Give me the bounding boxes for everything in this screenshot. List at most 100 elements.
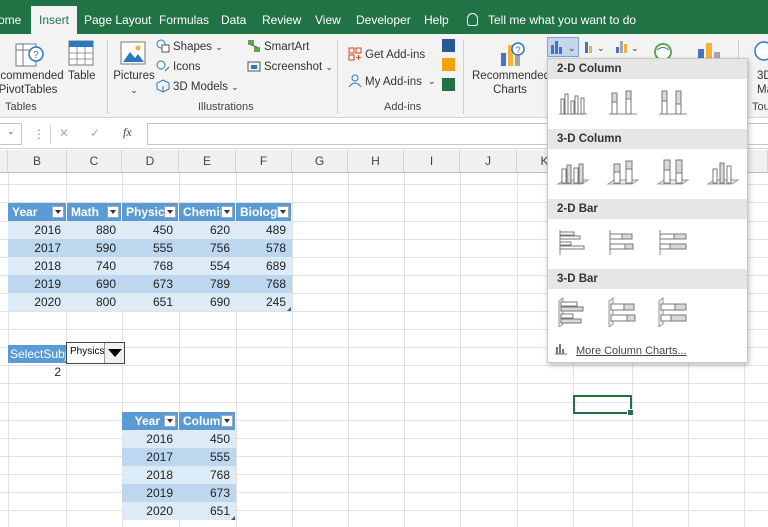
- table-cell[interactable]: 689: [236, 257, 292, 275]
- active-cell[interactable]: [573, 395, 634, 416]
- smartart-button[interactable]: SmartArt: [264, 40, 309, 54]
- table-cell[interactable]: 673: [122, 275, 179, 293]
- screenshot-button[interactable]: Screenshot ⌄: [264, 60, 333, 74]
- filter-dropdown-icon[interactable]: [277, 206, 289, 218]
- hierarchy-chart-icon[interactable]: ⌄: [614, 39, 642, 55]
- more-column-charts-link[interactable]: More Column Charts...: [554, 343, 687, 357]
- pictures-button[interactable]: Pictures ⌄: [112, 69, 156, 97]
- table1-header-physics[interactable]: Physic: [122, 203, 179, 221]
- stacked-column-icon[interactable]: [606, 87, 640, 117]
- column-header-d[interactable]: D: [122, 150, 179, 173]
- table-cell[interactable]: 740: [67, 257, 122, 275]
- table-cell[interactable]: 620: [179, 221, 236, 239]
- table-cell[interactable]: 2018: [122, 466, 179, 484]
- table2-header-column[interactable]: Colum: [179, 412, 236, 430]
- my-addins-button[interactable]: My Add-ins: [365, 75, 422, 89]
- filter-dropdown-icon[interactable]: [164, 415, 176, 427]
- insert-function-button[interactable]: fx: [123, 125, 132, 140]
- table-cell[interactable]: 555: [122, 239, 179, 257]
- tab-insert[interactable]: Insert: [31, 6, 78, 34]
- table-resize-handle[interactable]: [287, 307, 291, 311]
- column-header-f[interactable]: F: [236, 150, 292, 173]
- column-header-b[interactable]: B: [8, 150, 67, 173]
- table1-header-chemistry[interactable]: Chemis: [179, 203, 236, 221]
- confirm-entry-button[interactable]: ✓: [90, 126, 100, 140]
- table-cell[interactable]: 756: [179, 239, 236, 257]
- column-header-e[interactable]: E: [179, 150, 236, 173]
- tab-data[interactable]: Data: [221, 0, 246, 34]
- 100-stacked-bar-icon[interactable]: [656, 227, 690, 257]
- table-cell[interactable]: 555: [179, 448, 236, 466]
- table-cell[interactable]: 768: [236, 275, 292, 293]
- people-graph-icon[interactable]: [442, 78, 455, 91]
- visio-addin-icon[interactable]: [442, 39, 455, 52]
- filter-dropdown-icon[interactable]: [221, 206, 233, 218]
- table-cell[interactable]: 245: [236, 293, 292, 311]
- insert-column-chart-button[interactable]: ⌄: [547, 37, 579, 57]
- table-cell[interactable]: 489: [236, 221, 292, 239]
- tab-page-layout[interactable]: Page Layout: [84, 0, 151, 34]
- table-cell[interactable]: 554: [179, 257, 236, 275]
- table-cell[interactable]: 690: [67, 275, 122, 293]
- cancel-entry-button[interactable]: ✕: [59, 126, 69, 140]
- 3d-100-stacked-bar-icon[interactable]: [656, 297, 690, 327]
- get-addins-button[interactable]: Get Add-ins: [365, 48, 425, 62]
- table-cell[interactable]: 2016: [122, 430, 179, 448]
- table-cell[interactable]: 789: [179, 275, 236, 293]
- 3d-models-button[interactable]: 3D Models ⌄: [173, 80, 239, 94]
- recommended-pivottables-button[interactable]: ecommended PivotTables: [0, 69, 64, 97]
- table-cell[interactable]: 651: [122, 293, 179, 311]
- select-all-corner[interactable]: [0, 150, 8, 173]
- column-header-g[interactable]: G: [292, 150, 348, 173]
- table-cell[interactable]: 800: [67, 293, 122, 311]
- column-header-h[interactable]: H: [348, 150, 404, 173]
- table-cell[interactable]: 2020: [122, 502, 179, 520]
- 3d-column-icon[interactable]: [706, 157, 740, 187]
- table-cell[interactable]: 2018: [8, 257, 67, 275]
- column-header-c[interactable]: C: [67, 150, 122, 173]
- table-cell[interactable]: 768: [179, 466, 236, 484]
- 3d-stacked-column-icon[interactable]: [606, 157, 640, 187]
- 3d-map-button[interactable]: 3D Map: [757, 69, 768, 97]
- table-cell[interactable]: 673: [179, 484, 236, 502]
- table-cell[interactable]: 690: [179, 293, 236, 311]
- tab-help[interactable]: Help: [424, 0, 449, 34]
- chevron-down-icon[interactable]: ⌄: [428, 74, 436, 88]
- column-header-j[interactable]: J: [460, 150, 517, 173]
- 3d-stacked-bar-icon[interactable]: [606, 297, 640, 327]
- stacked-bar-icon[interactable]: [606, 227, 640, 257]
- table2-header-year[interactable]: Year: [122, 412, 179, 430]
- clustered-bar-icon[interactable]: [556, 227, 590, 257]
- table-cell[interactable]: 2019: [8, 275, 67, 293]
- filter-dropdown-icon[interactable]: [107, 206, 119, 218]
- combo-dropdown-button[interactable]: [104, 343, 124, 363]
- tab-view[interactable]: View: [315, 0, 341, 34]
- tab-formulas[interactable]: Formulas: [159, 0, 209, 34]
- table-cell[interactable]: 768: [122, 257, 179, 275]
- table-cell[interactable]: 450: [122, 221, 179, 239]
- table-cell[interactable]: 2020: [8, 293, 67, 311]
- shapes-button[interactable]: Shapes ⌄: [173, 40, 223, 54]
- tab-developer[interactable]: Developer: [356, 0, 411, 34]
- icons-button[interactable]: Icons: [173, 60, 201, 74]
- combo-chart-icon[interactable]: ⌄: [583, 39, 611, 55]
- name-box[interactable]: ⌄: [0, 123, 22, 145]
- filter-dropdown-icon[interactable]: [52, 206, 64, 218]
- filter-dropdown-icon[interactable]: [164, 206, 176, 218]
- clustered-column-icon[interactable]: [556, 87, 590, 117]
- table-cell[interactable]: 590: [67, 239, 122, 257]
- table-cell[interactable]: 2017: [122, 448, 179, 466]
- table1-header-biology[interactable]: Biolog: [236, 203, 292, 221]
- subject-combo-box[interactable]: Physics: [66, 342, 125, 364]
- table-cell[interactable]: 651: [179, 502, 236, 520]
- recommended-charts-button[interactable]: Recommended Charts: [472, 69, 550, 97]
- tab-review[interactable]: Review: [262, 0, 301, 34]
- table-resize-handle[interactable]: [231, 516, 235, 520]
- filter-dropdown-icon[interactable]: [221, 415, 233, 427]
- table-cell[interactable]: 2016: [8, 221, 67, 239]
- table-cell[interactable]: 880: [67, 221, 122, 239]
- column-header-i[interactable]: I: [404, 150, 460, 173]
- 100-stacked-column-icon[interactable]: [656, 87, 690, 117]
- tab-home[interactable]: ome: [0, 0, 21, 34]
- table-cell[interactable]: 450: [179, 430, 236, 448]
